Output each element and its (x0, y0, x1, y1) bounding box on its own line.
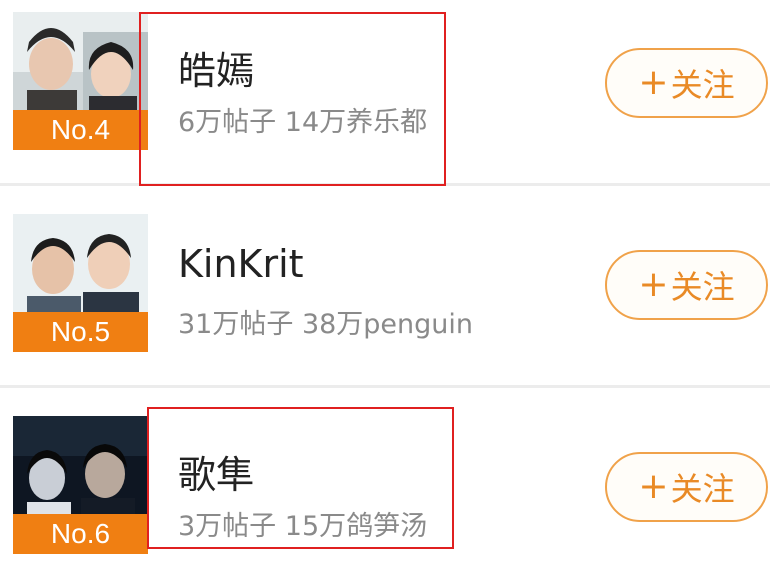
thumbnail[interactable]: No.6 (13, 416, 148, 554)
follow-button[interactable]: + 关注 (605, 452, 768, 522)
list-item[interactable]: No.4 皓嫣 6万帖子 14万养乐都 + 关注 (0, 0, 770, 184)
follow-button[interactable]: + 关注 (605, 250, 768, 320)
list-item[interactable]: No.5 KinKrit 31万帖子 38万penguin + 关注 (0, 186, 770, 386)
list-item[interactable]: No.6 歌隼 3万帖子 15万鸽笋汤 + 关注 (0, 388, 770, 588)
topic-title[interactable]: 歌隼 (178, 444, 254, 499)
topic-title[interactable]: KinKrit (178, 242, 304, 286)
plus-icon: + (638, 466, 669, 507)
thumbnail[interactable]: No.4 (13, 12, 148, 150)
follow-label: 关注 (670, 268, 735, 306)
follow-label: 关注 (670, 470, 735, 508)
rank-badge: No.6 (13, 514, 148, 554)
ranking-list: No.4 皓嫣 6万帖子 14万养乐都 + 关注 No.5 KinKrit 31… (0, 0, 770, 556)
follow-button[interactable]: + 关注 (605, 48, 768, 118)
plus-icon: + (638, 62, 669, 103)
rank-badge: No.4 (13, 110, 148, 150)
thumbnail[interactable]: No.5 (13, 214, 148, 352)
topic-stats: 6万帖子 14万养乐都 (178, 107, 428, 138)
rank-badge: No.5 (13, 312, 148, 352)
topic-title[interactable]: 皓嫣 (178, 40, 254, 95)
topic-stats: 31万帖子 38万penguin (178, 309, 474, 340)
follow-label: 关注 (670, 66, 735, 104)
plus-icon: + (638, 264, 669, 305)
topic-stats: 3万帖子 15万鸽笋汤 (178, 511, 428, 542)
